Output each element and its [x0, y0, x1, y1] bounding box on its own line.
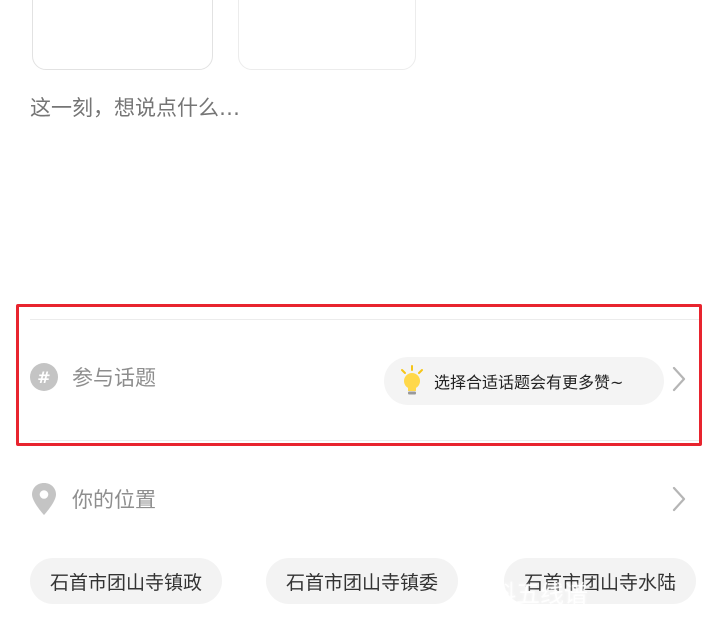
- location-label: 你的位置: [72, 488, 156, 512]
- location-suggestions: 石首市团山寺镇政 石首市团山寺镇委 石首市团山寺水陆: [30, 558, 720, 606]
- location-chip[interactable]: 石首市团山寺镇政: [30, 558, 223, 604]
- location-row[interactable]: 你的位置: [30, 474, 700, 524]
- image-thumbnail[interactable]: [238, 0, 416, 70]
- watermark: 蝌蚪五线谱: [468, 580, 588, 608]
- compose-post-page: # 参与话题 选择合适话题会有更多赞~ 你的位置: [0, 0, 720, 617]
- topic-highlight-box: [16, 304, 702, 446]
- location-chip[interactable]: 石首市团山寺镇委: [266, 558, 459, 604]
- caption-input[interactable]: [30, 90, 630, 126]
- image-thumbnail[interactable]: [32, 0, 213, 70]
- location-pin-icon: [32, 483, 56, 515]
- chevron-right-icon[interactable]: [672, 486, 686, 512]
